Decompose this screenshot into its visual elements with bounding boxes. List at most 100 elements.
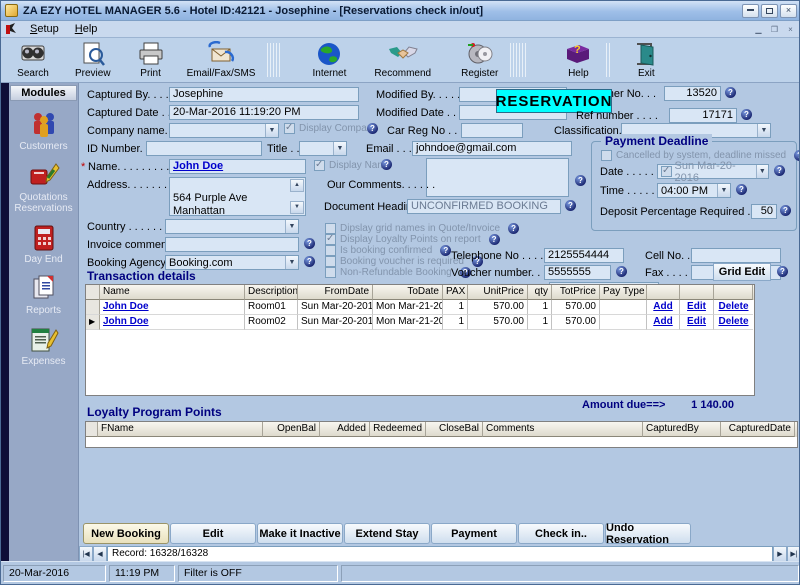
- extend-stay-button[interactable]: Extend Stay: [344, 523, 430, 544]
- captured-by-field[interactable]: Josephine: [169, 87, 359, 102]
- edit-button[interactable]: Edit: [170, 523, 256, 544]
- non-refundable-booking-checkbox[interactable]: Non-Refundable Booking: [325, 267, 471, 278]
- help-icon[interactable]: [367, 123, 378, 134]
- new-booking-button[interactable]: New Booking: [83, 523, 169, 544]
- modules-header[interactable]: Modules: [10, 85, 77, 101]
- document-heading-field[interactable]: UNCONFIRMED BOOKING: [407, 199, 561, 214]
- display-company-checkbox[interactable]: Display Company: [284, 123, 377, 134]
- cell-no-field[interactable]: [691, 248, 781, 263]
- car-reg-no-field[interactable]: [461, 123, 523, 138]
- help-icon[interactable]: [736, 184, 747, 195]
- recommend-button[interactable]: Recommend: [368, 39, 437, 81]
- ref-number-field[interactable]: 17171: [669, 108, 737, 123]
- title-dropdown[interactable]: ▼: [299, 141, 347, 156]
- captured-date-field[interactable]: 20-Mar-2016 11:19:20 PM: [169, 105, 359, 120]
- col-qty: qty: [528, 285, 552, 300]
- delete-link[interactable]: Delete: [718, 316, 748, 327]
- our-comments-field[interactable]: [426, 158, 569, 197]
- email-fax-sms-button[interactable]: Email/Fax/SMS: [181, 39, 262, 81]
- display-name-checkbox[interactable]: Display Name: [314, 160, 391, 171]
- help-icon[interactable]: [616, 266, 627, 277]
- deadline-date-dropdown[interactable]: Sun Mar-20-2016 ▼: [657, 164, 769, 179]
- payment-button[interactable]: Payment: [431, 523, 517, 544]
- customer-no-field[interactable]: 13520: [664, 86, 721, 101]
- help-icon[interactable]: [440, 245, 451, 256]
- modified-by-label: Modified By. . . . .: [376, 89, 460, 101]
- company-name-dropdown[interactable]: ▼: [169, 123, 279, 138]
- first-record-button[interactable]: |◀: [79, 546, 93, 562]
- restore-button[interactable]: [761, 4, 778, 18]
- edit-link[interactable]: Edit: [687, 301, 706, 312]
- sidebar-item-reports[interactable]: Reports: [9, 274, 78, 316]
- make-it-inactive-button[interactable]: Make it Inactive: [257, 523, 343, 544]
- help-icon[interactable]: [741, 109, 752, 120]
- help-icon[interactable]: [777, 266, 788, 277]
- table-row[interactable]: ▶ John Doe Room02 Sun Mar-20-2016 Mon Ma…: [86, 315, 754, 330]
- help-icon[interactable]: [774, 165, 785, 176]
- edit-link[interactable]: Edit: [687, 316, 706, 327]
- scroll-up-icon[interactable]: ▲: [290, 179, 304, 192]
- address-field[interactable]: 564 Purple Ave Manhattan New York ▲ ▼: [169, 177, 306, 216]
- table-row[interactable]: John Doe Room01 Sun Mar-20-2016 Mon Mar-…: [86, 300, 754, 315]
- prev-record-button[interactable]: ◀: [93, 546, 107, 562]
- undo-reservation-button[interactable]: Undo Reservation: [605, 523, 691, 544]
- register-button[interactable]: Register: [455, 39, 504, 81]
- restore-icon: [766, 8, 773, 14]
- guest-name-link[interactable]: John Doe: [103, 316, 149, 327]
- display-grid-names-checkbox[interactable]: Dipslay grid names in Quote/Invoice: [325, 223, 519, 234]
- checkbox-icon: [325, 245, 336, 256]
- scroll-down-icon[interactable]: ▼: [290, 201, 304, 214]
- add-link[interactable]: Add: [653, 316, 672, 327]
- add-link[interactable]: Add: [653, 301, 672, 312]
- row-selector[interactable]: [86, 300, 100, 315]
- guest-name-link[interactable]: John Doe: [103, 301, 149, 312]
- telephone-no-field[interactable]: 2125554444: [544, 248, 624, 263]
- help-icon[interactable]: [565, 200, 576, 211]
- delete-link[interactable]: Delete: [718, 301, 748, 312]
- help-icon[interactable]: [304, 256, 315, 267]
- email-field[interactable]: johndoe@gmail.com: [412, 141, 572, 156]
- menu-item-help[interactable]: Help: [68, 22, 105, 36]
- sidebar-item-day-end[interactable]: Day End: [9, 223, 78, 265]
- help-icon[interactable]: [794, 150, 800, 161]
- next-record-button[interactable]: ▶: [773, 546, 787, 562]
- minimize-button[interactable]: [742, 4, 759, 18]
- id-number-field[interactable]: [146, 141, 262, 156]
- help-icon[interactable]: [381, 159, 392, 170]
- help-button[interactable]: ? Help: [556, 39, 600, 81]
- is-booking-confirmed-checkbox[interactable]: Is booking confirmed: [325, 245, 451, 256]
- check-in-button[interactable]: Check in..: [518, 523, 604, 544]
- sidebar-item-quotations-reservations[interactable]: Quotations Reservations: [9, 161, 78, 214]
- help-icon[interactable]: [780, 205, 791, 216]
- sidebar-item-customers[interactable]: Customers: [9, 110, 78, 152]
- search-button[interactable]: Search: [11, 39, 55, 81]
- print-button[interactable]: Print: [129, 39, 173, 81]
- mdi-minimize-button[interactable]: ▁: [752, 24, 765, 35]
- invoice-comments-field[interactable]: [165, 237, 299, 252]
- voucher-number-field[interactable]: 5555555: [544, 265, 611, 280]
- row-selector[interactable]: ▶: [86, 315, 100, 330]
- menu-item-setup[interactable]: Setup: [23, 22, 66, 36]
- help-icon[interactable]: [489, 234, 500, 245]
- internet-button[interactable]: Internet: [306, 39, 352, 81]
- deposit-percentage-field[interactable]: 50: [751, 204, 777, 219]
- booking-agency-dropdown[interactable]: Booking.com ▼: [165, 255, 299, 270]
- help-icon[interactable]: [508, 223, 519, 234]
- exit-button[interactable]: Exit: [624, 39, 668, 81]
- checkbox-icon: [325, 234, 336, 245]
- grid-edit-button[interactable]: Grid Edit: [713, 263, 771, 281]
- mdi-restore-button[interactable]: ❒: [768, 24, 781, 35]
- address-scrollbar[interactable]: ▲ ▼: [290, 179, 304, 214]
- close-button[interactable]: ×: [780, 4, 797, 18]
- country-dropdown[interactable]: ▼: [165, 219, 299, 234]
- name-field[interactable]: John Doe: [169, 159, 306, 174]
- help-icon[interactable]: [575, 175, 586, 186]
- sidebar-item-expenses[interactable]: Expenses: [9, 325, 78, 367]
- display-loyalty-points-checkbox[interactable]: Display Loyalty Points on report: [325, 234, 500, 245]
- deadline-time-dropdown[interactable]: 04:00 PM ▼: [657, 183, 731, 198]
- mdi-close-button[interactable]: ×: [784, 24, 797, 35]
- help-icon[interactable]: [725, 87, 736, 98]
- help-icon[interactable]: [304, 238, 315, 249]
- preview-button[interactable]: Preview: [69, 39, 117, 81]
- last-record-button[interactable]: ▶|: [787, 546, 800, 562]
